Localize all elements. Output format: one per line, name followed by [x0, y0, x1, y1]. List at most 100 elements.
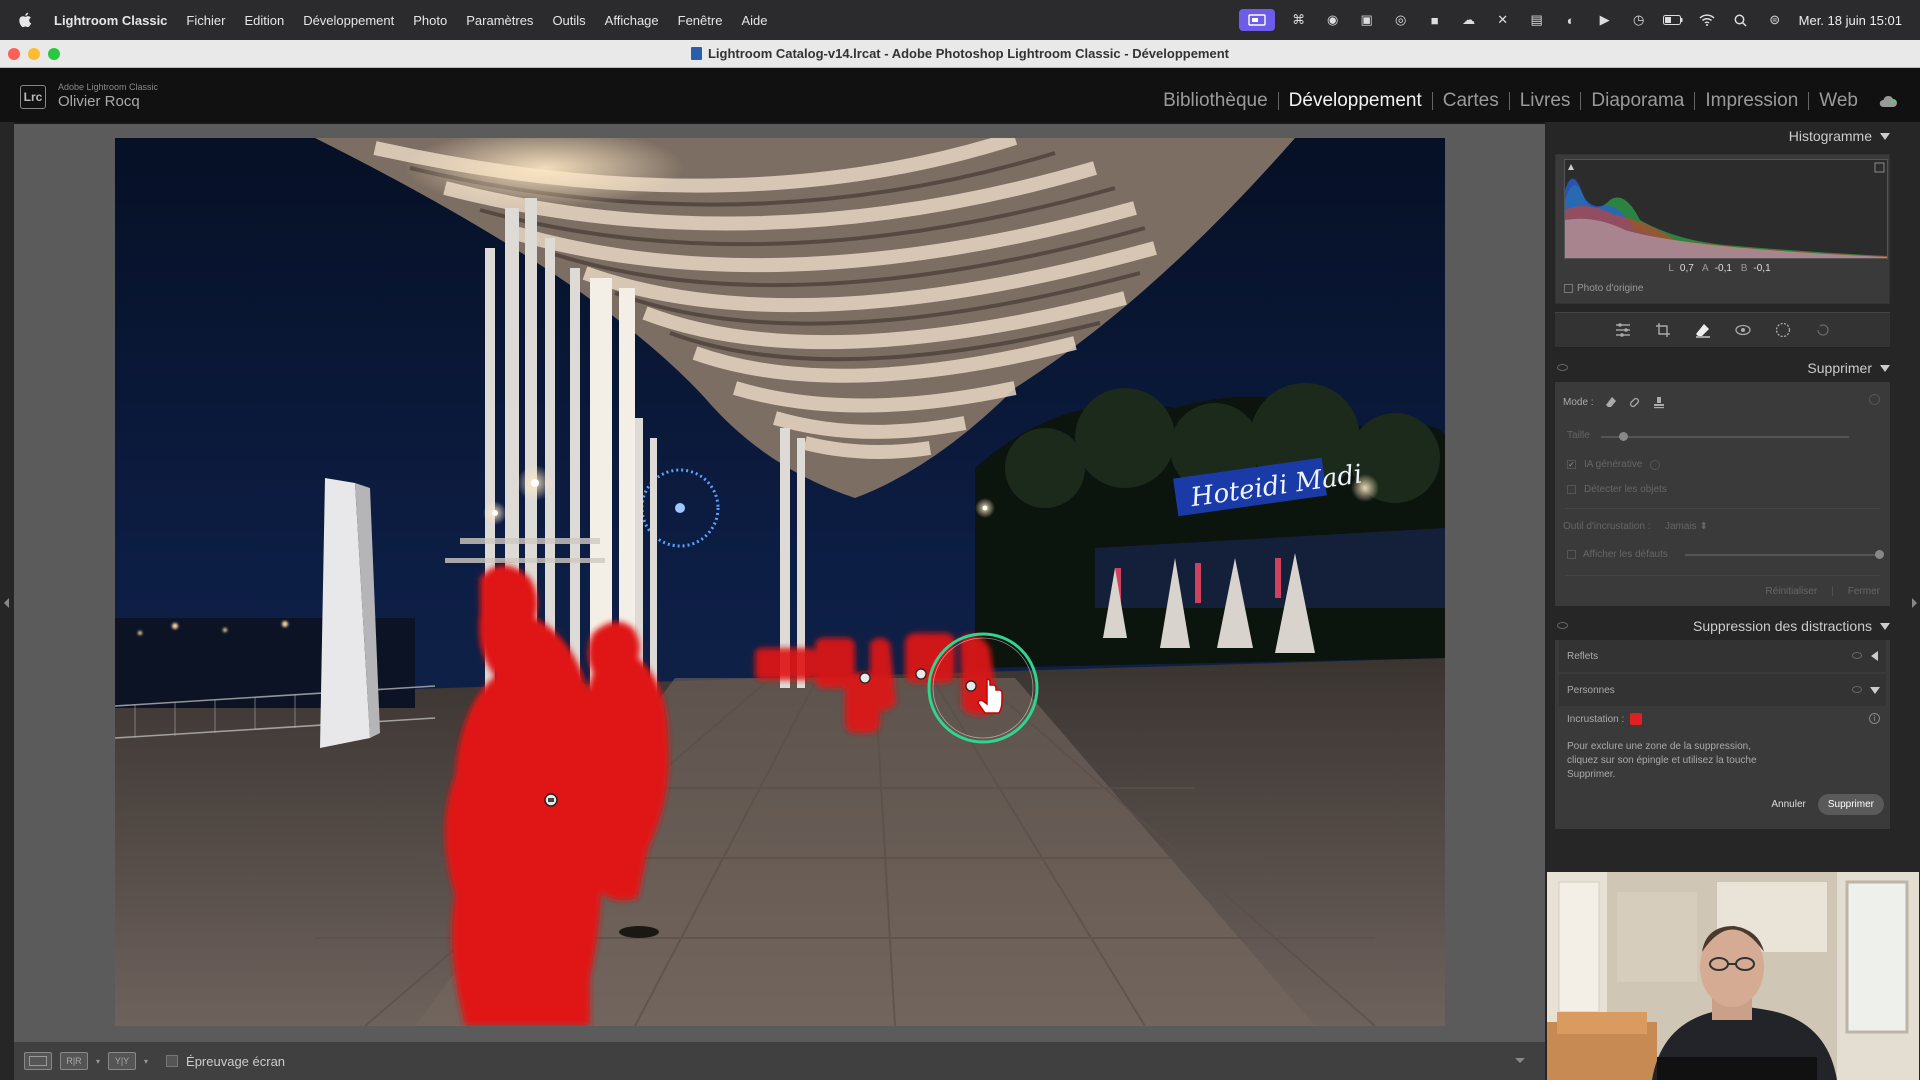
tool-x-icon[interactable]: ✕	[1493, 12, 1513, 28]
loupe-view[interactable]: Hoteidi Madi	[14, 124, 1545, 1042]
cloud-sync-icon[interactable]	[1878, 94, 1898, 108]
overlay-tool-select[interactable]: Jamais ⬍	[1665, 521, 1708, 532]
menu-parametres[interactable]: Paramètres	[466, 13, 533, 28]
size-slider-knob[interactable]	[1619, 432, 1628, 441]
a-label: A	[1702, 263, 1709, 274]
creative-cloud-icon[interactable]: ☁	[1459, 12, 1479, 28]
menu-developpement[interactable]: Développement	[303, 13, 394, 28]
collapse-right-panel-icon[interactable]	[1912, 598, 1917, 608]
expand-reflections-icon[interactable]	[1871, 651, 1878, 661]
clipboard-icon[interactable]: ▤	[1527, 12, 1547, 28]
copy-settings-dropdown-icon[interactable]: ▾	[144, 1057, 148, 1066]
reflections-visibility-icon[interactable]	[1852, 652, 1862, 659]
histogram-header[interactable]: Histogramme	[1551, 122, 1894, 150]
module-diaporama[interactable]: Diaporama	[1581, 91, 1696, 110]
menu-aide[interactable]: Aide	[741, 13, 767, 28]
collapse-supprimer-icon[interactable]	[1880, 364, 1890, 372]
distractions-header[interactable]: Suppression des distractions	[1551, 612, 1894, 640]
audio-icon[interactable]: ◎	[1391, 12, 1411, 28]
clone-mode-icon[interactable]	[1652, 395, 1666, 409]
remove-mode-icon[interactable]	[1604, 395, 1618, 409]
mode-info-icon[interactable]	[1869, 394, 1880, 405]
camera-icon[interactable]: ▣	[1357, 12, 1377, 28]
module-livres[interactable]: Livres	[1510, 91, 1582, 110]
zoom-window-button[interactable]	[48, 48, 60, 60]
collapse-histogram-icon[interactable]	[1880, 132, 1890, 140]
close-button[interactable]: Fermer	[1848, 586, 1880, 597]
people-visibility-icon[interactable]	[1852, 686, 1862, 693]
identity-plate[interactable]: Adobe Lightroom Classic Olivier Rocq	[58, 82, 158, 110]
close-window-button[interactable]	[8, 48, 20, 60]
minimize-window-button[interactable]	[28, 48, 40, 60]
distractions-visibility-icon[interactable]	[1557, 622, 1568, 629]
collapse-distractions-icon[interactable]	[1880, 622, 1890, 630]
loupe-view-button[interactable]	[24, 1052, 52, 1070]
before-after-dropdown-icon[interactable]: ▾	[96, 1057, 100, 1066]
time-machine-icon[interactable]: ◷	[1629, 12, 1649, 28]
menu-affichage[interactable]: Affichage	[605, 13, 659, 28]
module-web[interactable]: Web	[1809, 91, 1868, 110]
soft-proofing-label[interactable]: Épreuvage écran	[186, 1054, 285, 1069]
left-panel-collapsed[interactable]	[0, 122, 14, 1080]
cancel-button[interactable]: Annuler	[1771, 799, 1805, 810]
original-photo-toggle[interactable]: Photo d'origine	[1564, 283, 1643, 294]
photo-canvas[interactable]: Hoteidi Madi	[115, 138, 1445, 1026]
reflections-row[interactable]: Reflets	[1559, 640, 1886, 672]
menu-fenetre[interactable]: Fenêtre	[678, 13, 723, 28]
detect-objects-checkbox[interactable]	[1567, 485, 1576, 494]
control-center-icon[interactable]: ⊜	[1765, 12, 1785, 28]
menu-edition[interactable]: Edition	[244, 13, 284, 28]
keystroke-icon[interactable]: ⌘	[1289, 12, 1309, 28]
defects-slider-knob[interactable]	[1875, 550, 1884, 559]
module-impression[interactable]: Impression	[1695, 91, 1810, 110]
expand-left-panel-icon[interactable]	[4, 598, 9, 608]
generative-ai-row[interactable]: ✓ IA générative	[1555, 452, 1890, 477]
menu-app-name[interactable]: Lightroom Classic	[54, 13, 167, 28]
menu-photo[interactable]: Photo	[413, 13, 447, 28]
reset-icon[interactable]	[1814, 321, 1832, 339]
swap-before-after-button[interactable]: Y|Y	[108, 1052, 137, 1070]
masking-icon[interactable]	[1774, 321, 1792, 339]
toolbar-menu-icon[interactable]	[1515, 1058, 1525, 1063]
play-icon[interactable]: ▶	[1595, 12, 1615, 28]
before-after-button[interactable]: R|R	[60, 1052, 88, 1070]
original-photo-checkbox[interactable]	[1564, 284, 1573, 293]
histogram-graph[interactable]	[1564, 159, 1888, 259]
module-bibliotheque[interactable]: Bibliothèque	[1153, 91, 1279, 110]
defects-slider[interactable]	[1685, 550, 1884, 559]
menu-fichier[interactable]: Fichier	[186, 13, 225, 28]
show-defects-checkbox[interactable]	[1567, 550, 1576, 559]
red-eye-icon[interactable]	[1734, 321, 1752, 339]
reset-button[interactable]: Réinitialiser	[1765, 586, 1817, 597]
generative-ai-checkbox[interactable]: ✓	[1567, 460, 1576, 469]
crop-icon[interactable]	[1654, 321, 1672, 339]
remove-eraser-icon[interactable]	[1694, 321, 1712, 339]
supprimer-header[interactable]: Supprimer	[1551, 354, 1894, 382]
heal-mode-icon[interactable]	[1628, 395, 1642, 409]
menubar-clock[interactable]: Mer. 18 juin 15:01	[1799, 13, 1902, 28]
people-row[interactable]: Personnes	[1559, 674, 1886, 706]
soft-proofing-checkbox[interactable]	[166, 1055, 179, 1067]
supprimer-visibility-icon[interactable]	[1557, 364, 1568, 371]
battery-icon[interactable]	[1662, 12, 1683, 28]
edit-sliders-icon[interactable]	[1614, 321, 1632, 339]
night-promenade-photo[interactable]: Hoteidi Madi	[115, 138, 1445, 1026]
generative-ai-info-icon[interactable]	[1650, 459, 1661, 470]
screen-share-icon[interactable]	[1238, 9, 1275, 31]
wifi-icon[interactable]	[1697, 12, 1717, 28]
app-badge-icon[interactable]: ■	[1425, 12, 1445, 28]
distractions-panel: Reflets Personnes Incrustation : i Pour …	[1555, 640, 1890, 829]
collapse-people-icon[interactable]	[1870, 687, 1880, 694]
apple-icon[interactable]	[18, 12, 32, 28]
menu-outils[interactable]: Outils	[552, 13, 585, 28]
module-cartes[interactable]: Cartes	[1433, 91, 1510, 110]
module-developpement[interactable]: Développement	[1279, 91, 1433, 110]
user-icon[interactable]: ◐	[1561, 12, 1581, 28]
remove-button[interactable]: Supprimer	[1817, 794, 1884, 815]
detect-objects-row[interactable]: Détecter les objets	[1555, 477, 1890, 502]
size-slider[interactable]	[1601, 432, 1849, 441]
search-icon[interactable]	[1731, 12, 1751, 28]
overlay-color-swatch[interactable]	[1630, 713, 1643, 725]
overlay-info-icon[interactable]: i	[1869, 713, 1880, 724]
cursor-highlight-icon[interactable]: ◉	[1323, 12, 1343, 28]
